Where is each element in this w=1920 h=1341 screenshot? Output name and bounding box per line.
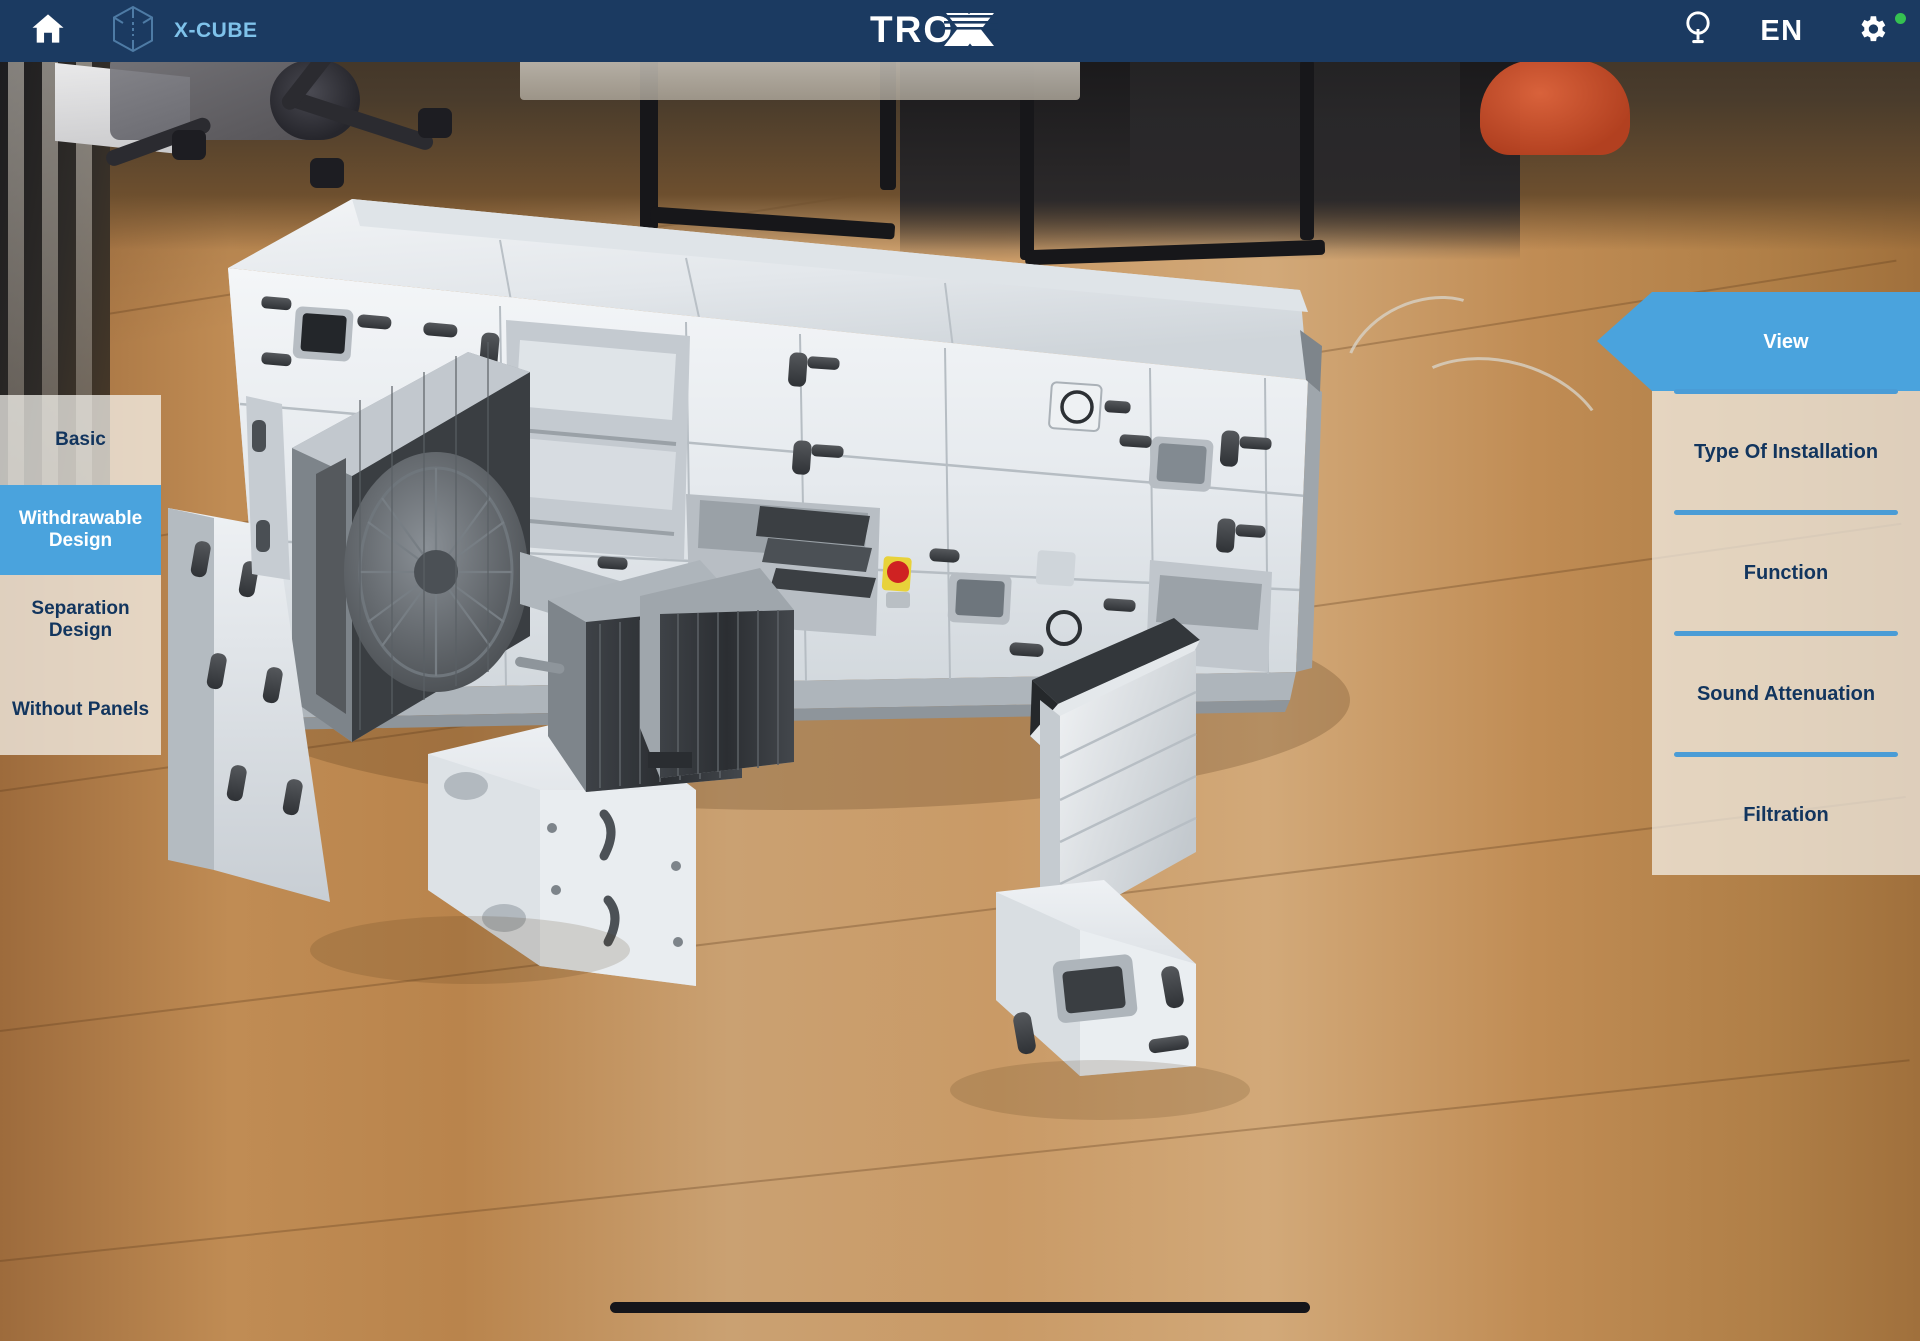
help-button[interactable] (1656, 0, 1740, 62)
svg-text:TRO: TRO (870, 9, 954, 50)
trox-logo-icon: TRO (870, 9, 998, 50)
right-menu-item-type-of-installation[interactable]: Type Of Installation (1652, 391, 1920, 512)
product-label: X-CUBE (174, 19, 258, 42)
right-menu-item-sound-attenuation[interactable]: Sound Attenuation (1652, 633, 1920, 754)
status-indicator (1895, 13, 1906, 24)
language-label: EN (1760, 14, 1804, 47)
home-button[interactable] (0, 0, 96, 62)
home-icon (31, 13, 65, 49)
lightbulb-icon (1683, 10, 1713, 52)
left-menu-item-basic[interactable]: Basic (0, 395, 161, 485)
brand-logo: TRO (870, 0, 1050, 62)
right-menu-item-filtration[interactable]: Filtration (1652, 754, 1920, 875)
view-options-menu: Basic Withdrawable Design Separation Des… (0, 395, 161, 755)
app-header: X-CUBE TRO EN (0, 0, 1920, 62)
left-menu-item-separation-design[interactable]: Separation Design (0, 575, 161, 665)
left-menu-item-withdrawable-design[interactable]: Withdrawable Design (0, 485, 161, 575)
category-menu: View Type Of Installation Function Sound… (1597, 292, 1920, 875)
ahu-3d-model[interactable] (0, 0, 1920, 1341)
header-left-group: X-CUBE (0, 0, 258, 62)
gear-icon (1855, 12, 1889, 51)
left-menu-item-without-panels[interactable]: Without Panels (0, 665, 161, 755)
ar-camera-view[interactable] (0, 0, 1920, 1341)
right-menu-item-view[interactable]: View (1597, 292, 1920, 391)
product-selector[interactable]: X-CUBE (96, 4, 258, 59)
language-button[interactable]: EN (1740, 0, 1824, 62)
cube-icon (110, 4, 156, 59)
home-indicator[interactable] (610, 1302, 1310, 1313)
header-right-group: EN (1656, 0, 1920, 62)
settings-button[interactable] (1824, 0, 1920, 62)
right-menu-item-function[interactable]: Function (1652, 512, 1920, 633)
